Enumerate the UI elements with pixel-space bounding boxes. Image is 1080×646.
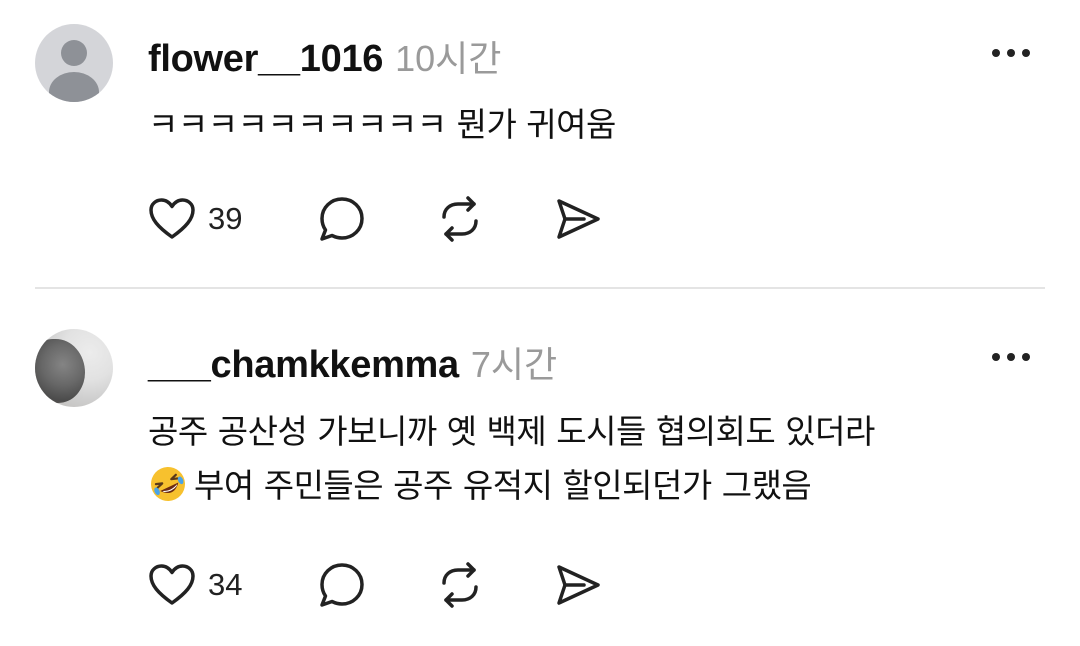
repost-button[interactable]	[436, 195, 554, 243]
repost-button[interactable]	[436, 561, 554, 609]
comment-icon	[320, 197, 364, 241]
post-header: ___chamkkemma 7시간	[148, 336, 557, 388]
reply-button[interactable]	[318, 195, 436, 243]
avatar-photo-image	[35, 339, 85, 403]
repost-icon	[442, 562, 478, 608]
action-bar: 34	[148, 560, 602, 610]
more-options-button[interactable]	[992, 351, 1030, 363]
heart-icon	[149, 198, 195, 239]
more-icon	[992, 353, 1000, 361]
more-icon-dot	[1007, 353, 1015, 361]
username[interactable]: flower__1016	[148, 38, 383, 81]
rolling-on-floor-laughing-emoji-icon	[151, 467, 185, 501]
action-bar: 39	[148, 194, 602, 244]
like-button[interactable]: 39	[148, 197, 318, 241]
thread-reply: ___chamkkemma 7시간 공주 공산성 가보니까 옛 백제 도시들 협…	[0, 289, 1080, 646]
more-icon-dot	[1022, 49, 1030, 57]
avatar-shoulders	[49, 72, 99, 102]
username[interactable]: ___chamkkemma	[148, 344, 459, 387]
post-text-line-2: 부여 주민들은 공주 유적지 할인되던가 그랬음	[148, 459, 1028, 513]
post-text-line: 공주 공산성 가보니까 옛 백제 도시들 협의회도 있더라	[148, 412, 875, 451]
avatar[interactable]	[35, 24, 113, 102]
share-button[interactable]	[554, 195, 602, 243]
like-button[interactable]: 34	[148, 563, 318, 607]
send-icon	[557, 565, 600, 605]
timestamp: 10시간	[395, 38, 502, 79]
timestamp: 7시간	[470, 344, 558, 385]
comment-icon	[320, 563, 364, 607]
repost-icon	[442, 196, 478, 242]
thread-reply: flower__1016 10시간 ㅋㅋㅋㅋㅋㅋㅋㅋㅋㅋ 뭔가 귀여움 39	[0, 0, 1080, 288]
more-icon	[992, 49, 1000, 57]
heart-icon	[149, 564, 195, 605]
like-count: 39	[208, 201, 243, 236]
like-count: 34	[208, 567, 243, 602]
more-options-button[interactable]	[992, 47, 1030, 59]
more-icon-dot	[1007, 49, 1015, 57]
reply-button[interactable]	[318, 561, 436, 609]
avatar[interactable]	[35, 329, 113, 407]
post-text-line: 부여 주민들은 공주 유적지 할인되던가 그랬음	[194, 466, 812, 505]
send-icon	[557, 199, 600, 239]
share-button[interactable]	[554, 561, 602, 609]
more-icon-dot	[1022, 353, 1030, 361]
post-header: flower__1016 10시간	[148, 30, 501, 82]
post-text: ㅋㅋㅋㅋㅋㅋㅋㅋㅋㅋ 뭔가 귀여움	[148, 98, 1028, 152]
avatar-head	[61, 40, 87, 66]
post-text-line: ㅋㅋㅋㅋㅋㅋㅋㅋㅋㅋ 뭔가 귀여움	[148, 105, 616, 144]
post-text: 공주 공산성 가보니까 옛 백제 도시들 협의회도 있더라 부여 주민들은 공주…	[148, 405, 1028, 513]
